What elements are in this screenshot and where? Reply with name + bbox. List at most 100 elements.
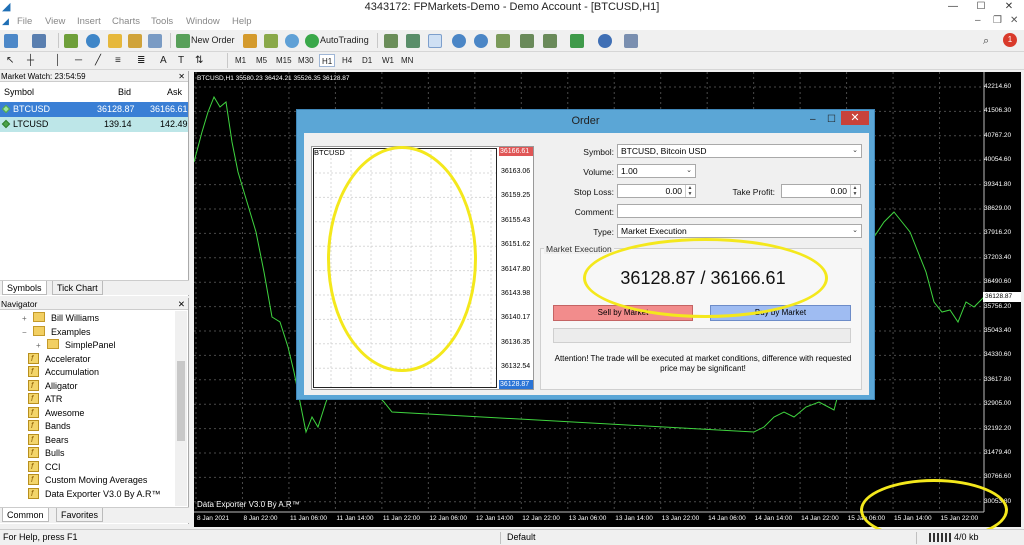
tf-m15[interactable]: M15 [276, 54, 292, 67]
fibonacci-icon[interactable]: ≣ [137, 54, 145, 67]
autoscroll-icon[interactable] [543, 34, 557, 48]
volume-select[interactable]: 1.00 ⌄ [617, 164, 696, 178]
col-ask[interactable]: Ask [167, 87, 182, 97]
navigator-item[interactable]: Awesome [28, 406, 84, 420]
horizontal-line-icon[interactable]: ─ [75, 54, 82, 67]
market-row-ltcusd[interactable]: LTCUSD 139.14 142.49 [0, 117, 188, 132]
tf-h1[interactable]: H1 [319, 54, 336, 67]
new-order-button[interactable]: New Order [191, 33, 235, 48]
expand-icon[interactable]: + [36, 339, 44, 352]
dialog-close-button[interactable]: ✕ [841, 111, 869, 125]
menu-file[interactable]: File [17, 16, 32, 27]
new-chart-icon[interactable] [4, 34, 18, 48]
navigator-item[interactable]: Data Exporter V3.0 By A.R™ [28, 487, 161, 501]
navigator-item[interactable]: Bands [28, 419, 71, 433]
chart-shift-icon[interactable] [520, 34, 534, 48]
take-profit-input[interactable]: 0.00 ▲ ▼ [781, 184, 861, 198]
vertical-line-icon[interactable]: │ [55, 54, 61, 67]
templates-icon[interactable] [624, 34, 638, 48]
minimize-button[interactable]: — [939, 0, 967, 14]
navigator-icon[interactable] [108, 34, 122, 48]
navigator-scrollbar[interactable] [175, 311, 187, 506]
strategy-tester-icon[interactable] [148, 34, 162, 48]
auto-trading-icon[interactable] [305, 34, 319, 48]
symbol-select[interactable]: BTCUSD, Bitcoin USD ⌄ [617, 144, 862, 158]
trendline-icon[interactable]: ╱ [95, 54, 101, 67]
comment-input[interactable] [617, 204, 862, 218]
tf-m5[interactable]: M5 [256, 54, 267, 67]
candlestick-icon[interactable] [406, 34, 420, 48]
close-icon[interactable]: ✕ [178, 298, 185, 310]
navigator-item[interactable]: Bulls [28, 446, 65, 460]
spinner-icon[interactable]: ▲ ▼ [850, 185, 859, 197]
text-icon[interactable]: A [160, 54, 167, 67]
terminal-icon[interactable] [128, 34, 142, 48]
dialog-minimize-icon[interactable]: – [810, 113, 816, 127]
navigator-item[interactable]: − Examples [22, 325, 91, 339]
menu-help[interactable]: Help [232, 16, 252, 27]
tf-w1[interactable]: W1 [382, 54, 394, 67]
tab-tick-chart[interactable]: Tick Chart [52, 281, 103, 295]
arrows-icon[interactable]: ⇅ [195, 54, 203, 67]
tab-common[interactable]: Common [2, 508, 49, 522]
sell-by-market-button[interactable]: Sell by Market [553, 305, 693, 321]
navigator-item[interactable]: + Bill Williams [22, 312, 99, 325]
market-row-btcusd[interactable]: BTCUSD 36128.87 36166.61 [0, 102, 188, 117]
zoom-in-icon[interactable] [452, 34, 466, 48]
market-icon[interactable] [264, 34, 278, 48]
periods-icon[interactable] [598, 34, 612, 48]
auto-trading-button[interactable]: AutoTrading [320, 33, 369, 48]
navigator-item[interactable]: Bears [28, 433, 69, 447]
line-chart-icon[interactable] [428, 34, 442, 48]
search-icon[interactable]: ⌕ [983, 34, 997, 48]
menu-view[interactable]: View [45, 16, 65, 27]
bar-chart-icon[interactable] [384, 34, 398, 48]
close-window-button[interactable]: ✕ [995, 0, 1023, 14]
indicators-icon[interactable] [570, 34, 584, 48]
label-icon[interactable]: T [178, 54, 184, 67]
tf-d1[interactable]: D1 [362, 54, 372, 67]
channel-icon[interactable]: ≡ [115, 54, 121, 67]
tf-m1[interactable]: M1 [235, 54, 246, 67]
col-symbol[interactable]: Symbol [4, 87, 34, 97]
tab-symbols[interactable]: Symbols [2, 281, 47, 295]
metaeditor-icon[interactable] [243, 34, 257, 48]
chart-minimize-icon[interactable]: – [975, 15, 981, 26]
buy-by-market-button[interactable]: Buy by Market [710, 305, 851, 321]
stop-loss-input[interactable]: 0.00 ▲ ▼ [617, 184, 696, 198]
signals-icon[interactable] [285, 34, 299, 48]
market-watch-icon[interactable] [64, 34, 78, 48]
close-icon[interactable]: ✕ [178, 71, 185, 82]
navigator-item[interactable]: Custom Moving Averages [28, 473, 147, 487]
scroll-thumb[interactable] [177, 361, 185, 441]
data-window-icon[interactable] [86, 34, 100, 48]
chart-restore-icon[interactable]: ❐ [993, 15, 1002, 26]
crosshair-icon[interactable]: ┼ [27, 54, 34, 67]
menu-window[interactable]: Window [186, 16, 220, 27]
spinner-icon[interactable]: ▲ ▼ [685, 185, 694, 197]
collapse-icon[interactable]: − [22, 326, 30, 339]
tf-m30[interactable]: M30 [298, 54, 314, 67]
expand-icon[interactable]: + [22, 312, 30, 325]
tf-h4[interactable]: H4 [342, 54, 352, 67]
navigator-item[interactable]: ATR [28, 392, 62, 406]
navigator-item[interactable]: CCI [28, 460, 61, 474]
zoom-out-icon[interactable] [474, 34, 488, 48]
tf-mn[interactable]: MN [401, 54, 413, 67]
notifications-icon[interactable]: 1 [1003, 33, 1017, 47]
navigator-item[interactable]: Accumulation [28, 365, 99, 379]
dialog-maximize-icon[interactable]: ☐ [827, 113, 836, 127]
maximize-button[interactable]: ☐ [967, 0, 995, 14]
menu-insert[interactable]: Insert [77, 16, 101, 27]
new-order-icon[interactable] [176, 34, 190, 48]
tile-windows-icon[interactable] [496, 34, 510, 48]
navigator-item[interactable]: Alligator [28, 379, 78, 393]
profiles-icon[interactable] [32, 34, 46, 48]
chart-close-icon[interactable]: ✕ [1010, 15, 1018, 26]
col-bid[interactable]: Bid [118, 87, 131, 97]
tab-favorites[interactable]: Favorites [56, 508, 104, 522]
menu-charts[interactable]: Charts [112, 16, 140, 27]
type-select[interactable]: Market Execution ⌄ [617, 224, 862, 238]
menu-tools[interactable]: Tools [151, 16, 173, 27]
cursor-icon[interactable]: ↖ [6, 54, 14, 67]
